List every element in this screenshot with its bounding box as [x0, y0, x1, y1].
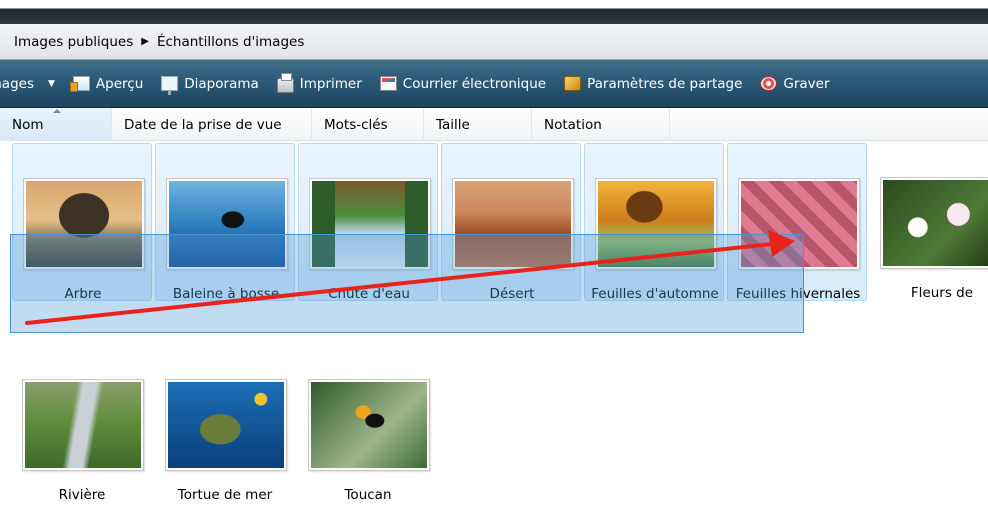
breadcrumb-echantillons[interactable]: Échantillons d'images: [157, 34, 304, 50]
sort-ascending-icon: [53, 109, 61, 113]
column-mots-cles-label: Mots-clés: [324, 116, 388, 133]
graver-label: Graver: [783, 75, 830, 92]
diaporama-button[interactable]: Diaporama: [153, 60, 269, 107]
column-date-label: Date de la prise de vue: [124, 116, 282, 133]
thumbnail: [165, 379, 287, 471]
imprimer-button[interactable]: Imprimer: [269, 60, 372, 107]
file-item-tortue[interactable]: Tortue de mer: [155, 345, 295, 503]
thumbnail: [880, 177, 988, 269]
graver-button[interactable]: Graver: [752, 60, 839, 107]
column-notation[interactable]: Notation: [532, 108, 670, 141]
imprimer-label: Imprimer: [299, 75, 362, 92]
file-item-toucan[interactable]: Toucan: [298, 345, 438, 503]
column-mots-cles[interactable]: Mots-clés: [312, 108, 424, 141]
command-toolbar: Images ▼ Aperçu Diaporama Imprimer Courr…: [0, 60, 988, 108]
courrier-button[interactable]: Courrier électronique: [372, 60, 556, 107]
apercu-label: Aperçu: [95, 75, 144, 92]
breadcrumb-separator-icon[interactable]: ▶: [141, 36, 149, 47]
file-label: Fleurs de frangipanier: [910, 285, 974, 301]
column-notation-label: Notation: [544, 116, 602, 133]
printer-icon: [276, 73, 294, 93]
selection-rectangle: [10, 234, 804, 333]
email-icon: [379, 76, 397, 91]
column-nom-label: Nom: [12, 116, 44, 133]
file-item-frangipanier[interactable]: Fleurs de frangipanier: [866, 143, 988, 301]
column-taille[interactable]: Taille: [424, 108, 532, 141]
burn-disc-icon: [760, 76, 778, 91]
file-view[interactable]: Arbre Baleine à bosse Chute d'eau Désert…: [0, 141, 988, 529]
file-label: Toucan: [344, 487, 392, 503]
column-nom[interactable]: Nom: [0, 108, 112, 141]
thumbnail: [22, 379, 144, 471]
file-item-riviere[interactable]: Rivière: [12, 345, 152, 503]
breadcrumb-images-publiques[interactable]: Images publiques: [14, 34, 133, 50]
partage-button[interactable]: Paramètres de partage: [556, 60, 752, 107]
preview-icon: [69, 76, 90, 92]
explorer-window: Images publiques ▶ Échantillons d'images…: [0, 0, 988, 529]
images-menu-button[interactable]: Images ▼: [0, 60, 65, 107]
column-taille-label: Taille: [436, 116, 470, 133]
column-header: Nom Date de la prise de vue Mots-clés Ta…: [0, 108, 988, 141]
file-label: Tortue de mer: [177, 487, 273, 503]
file-label: Rivière: [58, 487, 106, 503]
diaporama-label: Diaporama: [184, 75, 259, 92]
partage-label: Paramètres de partage: [587, 75, 743, 92]
column-date[interactable]: Date de la prise de vue: [112, 108, 312, 141]
slideshow-icon: [161, 76, 179, 95]
chevron-down-icon: ▼: [48, 78, 55, 89]
courrier-label: Courrier électronique: [402, 75, 547, 92]
images-menu-label: Images: [0, 75, 34, 92]
address-bar[interactable]: Images publiques ▶ Échantillons d'images: [0, 24, 988, 60]
apercu-button[interactable]: Aperçu: [65, 60, 153, 107]
share-icon: [564, 76, 582, 91]
thumbnail: [308, 379, 430, 471]
window-frame: [0, 0, 988, 24]
